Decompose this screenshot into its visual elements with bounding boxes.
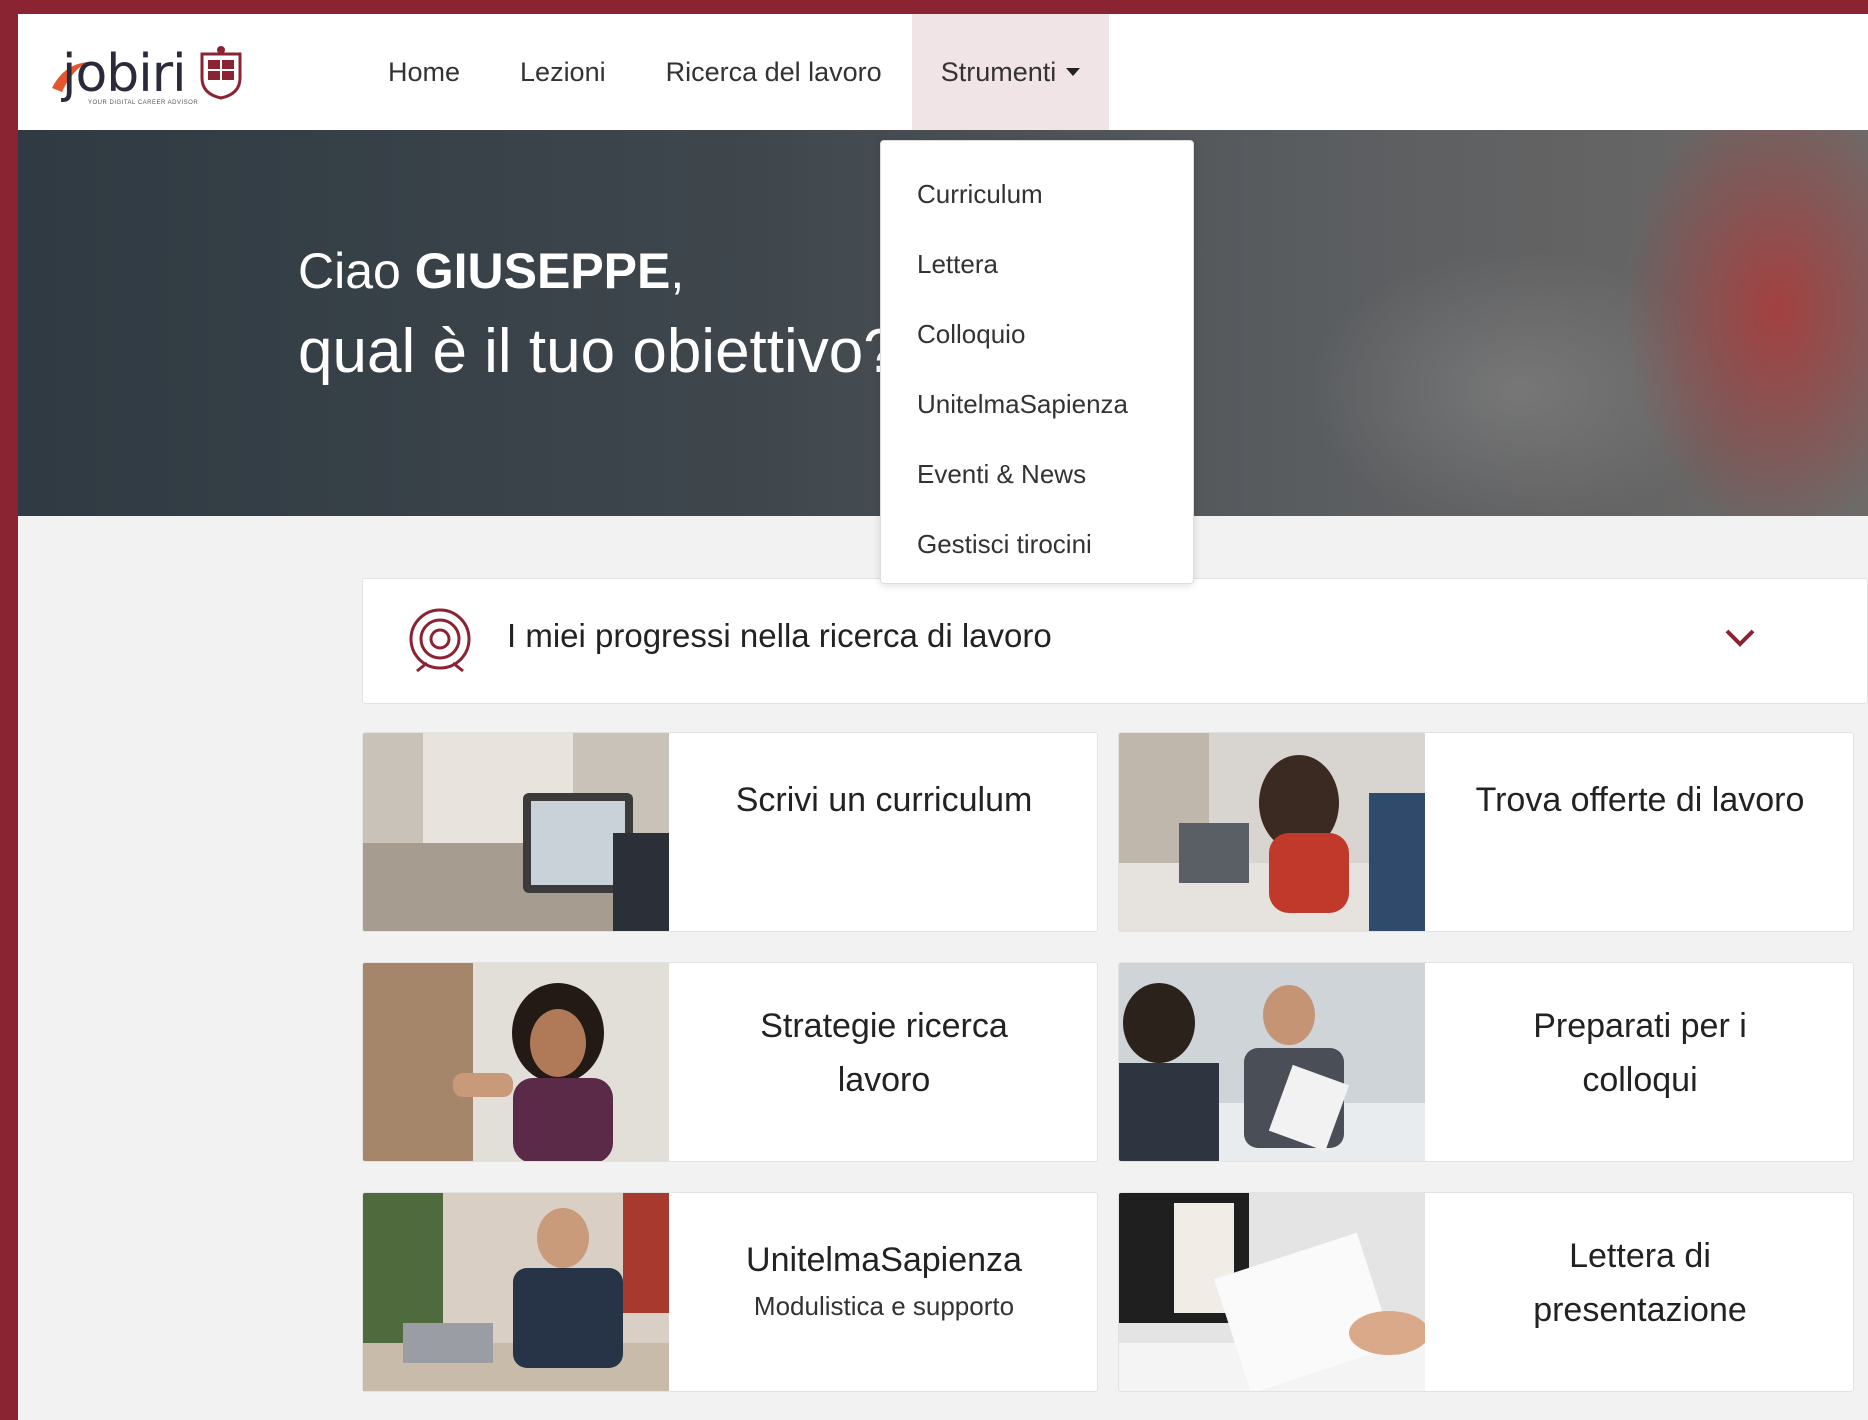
nav-ricerca-lavoro[interactable]: Ricerca del lavoro — [636, 14, 912, 130]
nav-strumenti[interactable]: Strumenti — [911, 14, 1110, 130]
nav-lezioni-label: Lezioni — [520, 56, 606, 87]
card-preparati-colloqui[interactable]: Preparati per i colloqui — [1118, 962, 1854, 1162]
card-text: UnitelmaSapienza Modulistica e supporto — [669, 1193, 1097, 1391]
card-photo-lettera — [1119, 1193, 1425, 1391]
hero-question: qual è il tuo obiettivo? — [298, 317, 898, 386]
dropdown-label: Gestisci tirocini — [917, 528, 1092, 559]
user-name: GIUSEPPE — [414, 243, 671, 299]
card-title: Trova offerte di lavoro — [1475, 781, 1805, 819]
card-unitelmasapienza[interactable]: UnitelmaSapienza Modulistica e supporto — [362, 1192, 1098, 1392]
card-title: UnitelmaSapienza — [746, 1241, 1022, 1279]
dropdown-item-eventi-news[interactable]: Eventi & News — [881, 439, 1193, 509]
main-nav: Home Lezioni Ricerca del lavoro Strument… — [358, 14, 1110, 130]
card-title: Preparati per i colloqui — [1533, 1007, 1747, 1099]
card-lettera-presentazione[interactable]: Lettera di presentazione — [1118, 1192, 1854, 1392]
strumenti-dropdown-menu: Curriculum Lettera Colloquio UnitelmaSap… — [880, 140, 1194, 584]
greeting-suffix: , — [670, 243, 685, 299]
card-text: Lettera di presentazione — [1425, 1193, 1853, 1391]
dropdown-label: UnitelmaSapienza — [917, 388, 1129, 419]
card-photo-offerte — [1119, 733, 1425, 931]
target-icon — [409, 608, 471, 673]
top-navbar: jobiri YOUR DIGITAL CAREER ADVISOR Home … — [18, 14, 1868, 130]
card-title: Strategie ricerca lavoro — [760, 1007, 1008, 1099]
chevron-down-icon[interactable] — [1723, 627, 1757, 649]
university-crest-icon — [200, 46, 242, 100]
dropdown-label: Colloquio — [917, 318, 1026, 349]
card-text: Strategie ricerca lavoro — [669, 963, 1097, 1161]
card-trova-offerte[interactable]: Trova offerte di lavoro — [1118, 732, 1854, 932]
greeting-prefix: Ciao — [298, 243, 415, 299]
card-title: Lettera di presentazione — [1533, 1237, 1747, 1329]
progress-accordion[interactable]: I miei progressi nella ricerca di lavoro — [362, 578, 1868, 704]
dropdown-item-curriculum[interactable]: Curriculum — [881, 159, 1193, 229]
logo-wordmark: jobiri — [62, 44, 187, 104]
card-photo-colloqui — [1119, 963, 1425, 1161]
dropdown-label: Curriculum — [917, 178, 1043, 209]
card-text: Scrivi un curriculum — [669, 733, 1097, 931]
card-strategie-ricerca[interactable]: Strategie ricerca lavoro — [362, 962, 1098, 1162]
dropdown-item-unitelmasapienza[interactable]: UnitelmaSapienza — [881, 369, 1193, 439]
dropdown-item-gestisci-tirocini[interactable]: Gestisci tirocini — [881, 509, 1193, 579]
dropdown-item-colloquio[interactable]: Colloquio — [881, 299, 1193, 369]
hero-greeting: Ciao GIUSEPPE, — [298, 242, 684, 300]
card-photo-curriculum — [363, 733, 669, 931]
card-title: Scrivi un curriculum — [735, 781, 1033, 819]
nav-ricerca-label: Ricerca del lavoro — [665, 56, 882, 87]
dropdown-label: Lettera — [917, 248, 998, 279]
nav-home-label: Home — [388, 56, 461, 87]
dropdown-item-lettera[interactable]: Lettera — [881, 229, 1193, 299]
nav-lezioni[interactable]: Lezioni — [490, 14, 636, 130]
card-subtitle: Modulistica e supporto — [753, 1291, 1015, 1321]
progress-title: I miei progressi nella ricerca di lavoro — [507, 617, 1052, 654]
dropdown-label: Eventi & News — [917, 458, 1087, 489]
logo-tagline: YOUR DIGITAL CAREER ADVISOR — [88, 100, 199, 106]
card-text: Trova offerte di lavoro — [1425, 733, 1853, 931]
nav-strumenti-label: Strumenti — [940, 56, 1057, 87]
card-photo-strategie — [363, 963, 669, 1161]
card-scrivi-curriculum[interactable]: Scrivi un curriculum — [362, 732, 1098, 932]
card-text: Preparati per i colloqui — [1425, 963, 1853, 1161]
nav-home[interactable]: Home — [358, 14, 490, 130]
caret-down-icon — [1066, 68, 1081, 76]
card-photo-unitelma — [363, 1193, 669, 1391]
app-frame: jobiri YOUR DIGITAL CAREER ADVISOR Home … — [18, 14, 1868, 1420]
